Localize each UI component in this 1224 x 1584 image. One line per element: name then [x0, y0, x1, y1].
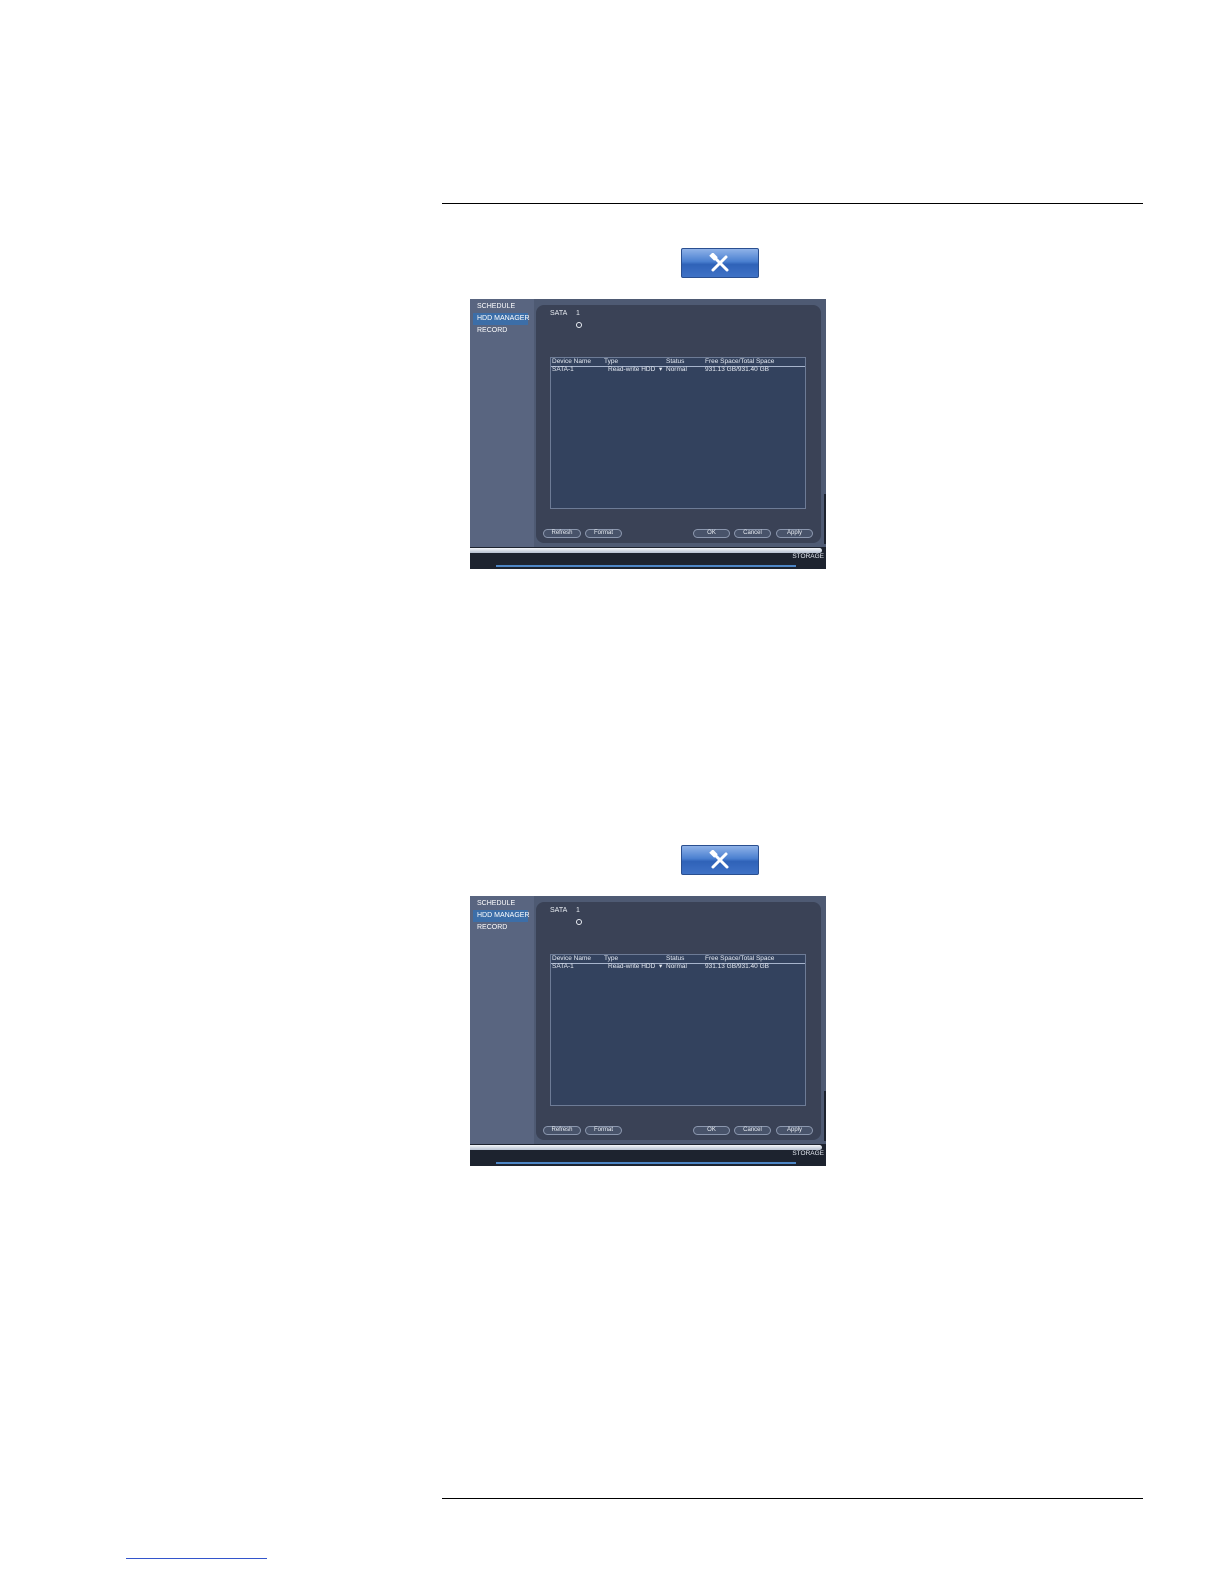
tools-button[interactable]: [681, 248, 759, 278]
apply-button[interactable]: Apply: [776, 1126, 813, 1135]
status-cell: Normal: [666, 366, 687, 373]
status-cell: Normal: [666, 963, 687, 970]
tools-button[interactable]: [681, 845, 759, 875]
dropdown-arrow-icon[interactable]: ▾: [659, 963, 662, 971]
sata-label: SATA: [550, 907, 568, 914]
column-header[interactable]: Status: [666, 358, 684, 366]
storage-label: STORAGE: [792, 553, 824, 560]
hdd-manager-content: SATA 1 Device Name Type Status Free Spac…: [536, 305, 821, 543]
device-name-cell: SATA-1: [552, 366, 574, 373]
column-header[interactable]: Device Name: [552, 955, 591, 963]
sidebar-item-record[interactable]: RECORD: [473, 922, 528, 934]
space-cell: 931.13 GB/931.40 GB: [705, 366, 769, 373]
hdd-table: Device Name Type Status Free Space/Total…: [550, 357, 806, 509]
sidebar: SCHEDULE HDD MANAGER RECORD: [470, 896, 534, 1144]
column-header[interactable]: Type: [604, 955, 618, 963]
tools-icon: [709, 850, 729, 869]
column-header[interactable]: Free Space/Total Space: [705, 358, 774, 366]
cancel-button[interactable]: Cancel: [734, 1126, 771, 1135]
ok-button[interactable]: OK: [693, 1126, 730, 1135]
refresh-button[interactable]: Refresh: [543, 529, 581, 538]
sidebar-item-record[interactable]: RECORD: [473, 325, 528, 337]
sata-radio[interactable]: [576, 322, 582, 328]
storage-panel: SCHEDULE HDD MANAGER RECORD SATA 1 Devic…: [470, 896, 826, 1166]
storage-label: STORAGE: [792, 1150, 824, 1157]
sata-number: 1: [576, 907, 580, 914]
sidebar-item-schedule[interactable]: SCHEDULE: [473, 301, 528, 313]
hdd-manager-content: SATA 1 Device Name Type Status Free Spac…: [536, 902, 821, 1140]
column-header[interactable]: Type: [604, 358, 618, 366]
bottom-bar: STORAGE: [470, 1144, 826, 1166]
column-header[interactable]: Free Space/Total Space: [705, 955, 774, 963]
storage-panel: SCHEDULE HDD MANAGER RECORD SATA 1 Devic…: [470, 299, 826, 569]
bar-accent: [496, 1162, 796, 1164]
bottom-bar: STORAGE: [470, 547, 826, 569]
sidebar: SCHEDULE HDD MANAGER RECORD: [470, 299, 534, 547]
footer-link-underline[interactable]: [126, 1558, 267, 1559]
cancel-button[interactable]: Cancel: [734, 529, 771, 538]
bar-accent: [496, 565, 796, 567]
space-cell: 931.13 GB/931.40 GB: [705, 963, 769, 970]
bar-highlight: [470, 548, 822, 553]
format-button[interactable]: Format: [585, 529, 622, 538]
dropdown-arrow-icon[interactable]: ▾: [659, 366, 662, 374]
sidebar-item-schedule[interactable]: SCHEDULE: [473, 898, 528, 910]
ok-button[interactable]: OK: [693, 529, 730, 538]
column-header[interactable]: Device Name: [552, 358, 591, 366]
device-name-cell: SATA-1: [552, 963, 574, 970]
apply-button[interactable]: Apply: [776, 529, 813, 538]
hdd-table: Device Name Type Status Free Space/Total…: [550, 954, 806, 1106]
sata-number: 1: [576, 310, 580, 317]
format-button[interactable]: Format: [585, 1126, 622, 1135]
footer-rule: [442, 1498, 1143, 1499]
header-rule: [442, 203, 1143, 204]
sata-label: SATA: [550, 310, 568, 317]
panel-edge: [824, 494, 826, 544]
bar-highlight: [470, 1145, 822, 1150]
sidebar-item-hdd-manager[interactable]: HDD MANAGER: [473, 910, 530, 922]
tools-icon: [709, 253, 729, 272]
column-header[interactable]: Status: [666, 955, 684, 963]
panel-edge: [824, 1091, 826, 1141]
type-cell: Read-write HDD: [608, 963, 656, 970]
sidebar-item-hdd-manager[interactable]: HDD MANAGER: [473, 313, 530, 325]
type-cell: Read-write HDD: [608, 366, 656, 373]
sata-radio[interactable]: [576, 919, 582, 925]
refresh-button[interactable]: Refresh: [543, 1126, 581, 1135]
